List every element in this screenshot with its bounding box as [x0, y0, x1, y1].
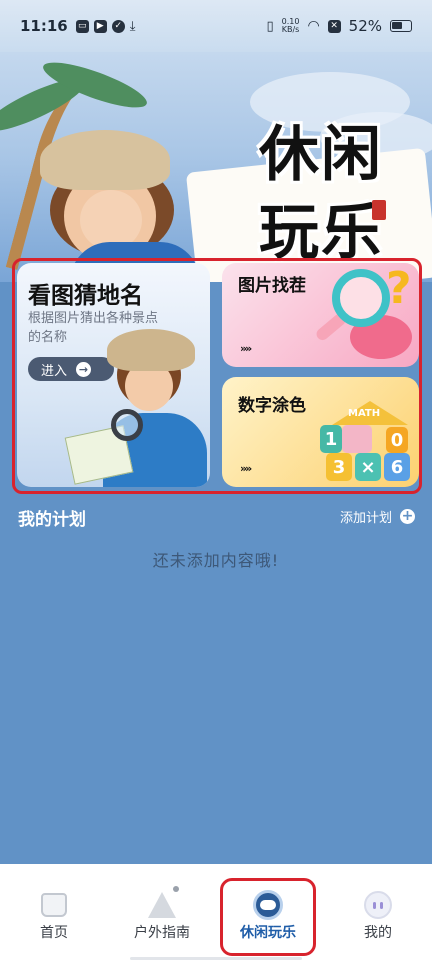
tab-outdoor-guide-label: 户外指南: [134, 925, 190, 941]
video-notification-icon: ▶: [93, 19, 107, 33]
check-notification-icon: ✓: [111, 19, 125, 33]
network-speed: 0.10 KB/s: [281, 17, 300, 34]
empty-state-text: 还未添加内容哦!: [152, 551, 280, 570]
boy-hat-illustration: [107, 329, 195, 371]
profile-icon: [363, 890, 393, 920]
block-6: 6: [384, 453, 410, 481]
block-0: 0: [386, 427, 408, 453]
number-coloring-card[interactable]: 数字涂色 MATH 1 0 3 × 6 »»: [222, 377, 419, 487]
magnifier-illustration: [111, 409, 143, 441]
status-time: 11:16: [20, 17, 68, 35]
notification-dot: [173, 886, 179, 892]
block-arch: [342, 425, 372, 453]
compass-icon: [147, 890, 177, 920]
chevrons-icon: »»: [240, 342, 252, 355]
block-times: ×: [355, 453, 381, 481]
add-plan-button[interactable]: 添加计划 +: [340, 507, 415, 526]
guess-place-card[interactable]: 看图猜地名 根据图片猜出各种景点的名称 进入 →: [17, 263, 210, 487]
battery-percent: 52%: [348, 17, 382, 35]
hero-banner: 休闲玩乐: [0, 52, 432, 282]
hero-title: 休闲玩乐: [259, 120, 383, 268]
tab-profile-label: 我的: [364, 925, 392, 941]
active-tab-highlight-frame: [220, 878, 316, 956]
battery-icon: [390, 20, 412, 32]
plus-icon: +: [400, 508, 415, 524]
number-coloring-title: 数字涂色: [238, 396, 306, 416]
system-icons: ▯ 0.10 KB/s ◠ ✕ 52%: [266, 17, 412, 35]
home-icon: [39, 890, 69, 920]
sim-off-icon: ✕: [327, 19, 341, 33]
tab-home[interactable]: 首页: [4, 864, 104, 964]
download-icon: ⤓: [129, 18, 136, 34]
spot-difference-title: 图片找茬: [238, 276, 306, 296]
girl-hat-illustration: [40, 130, 170, 190]
seal-stamp: [372, 200, 386, 220]
status-bar: 11:16 ▭ ▶ ✓ ⤓ ▯ 0.10 KB/s ◠ ✕ 52%: [0, 0, 432, 52]
notification-icons: ▭ ▶ ✓ ⤓: [75, 18, 136, 34]
tab-home-label: 首页: [40, 925, 68, 941]
guess-place-title: 看图猜地名: [28, 283, 143, 309]
add-plan-label: 添加计划: [339, 511, 392, 526]
tab-outdoor-guide[interactable]: 户外指南: [112, 864, 212, 964]
chevrons-icon: »»: [240, 462, 252, 475]
math-roof-label: MATH: [348, 408, 381, 419]
question-mark-illustration: ?: [386, 263, 412, 314]
spot-difference-card[interactable]: 图片找茬 ? »»: [222, 263, 419, 367]
block-1: 1: [320, 425, 342, 453]
wifi-icon: ◠: [307, 18, 320, 34]
block-3: 3: [326, 453, 352, 481]
bottom-tab-bar: 首页 户外指南 休闲玩乐 我的: [0, 864, 432, 964]
tab-profile[interactable]: 我的: [328, 864, 428, 964]
vibrate-icon: ▯: [266, 18, 274, 34]
magnifier-illustration: [332, 269, 390, 327]
arrow-right-icon: →: [76, 361, 92, 377]
enter-button[interactable]: 进入 →: [28, 357, 114, 381]
plan-title: 我的计划: [18, 510, 86, 530]
app-notification-icon: ▭: [75, 19, 89, 33]
home-indicator[interactable]: [130, 957, 302, 960]
enter-label: 进入: [41, 363, 68, 379]
girl-face-illustration: [80, 190, 142, 250]
